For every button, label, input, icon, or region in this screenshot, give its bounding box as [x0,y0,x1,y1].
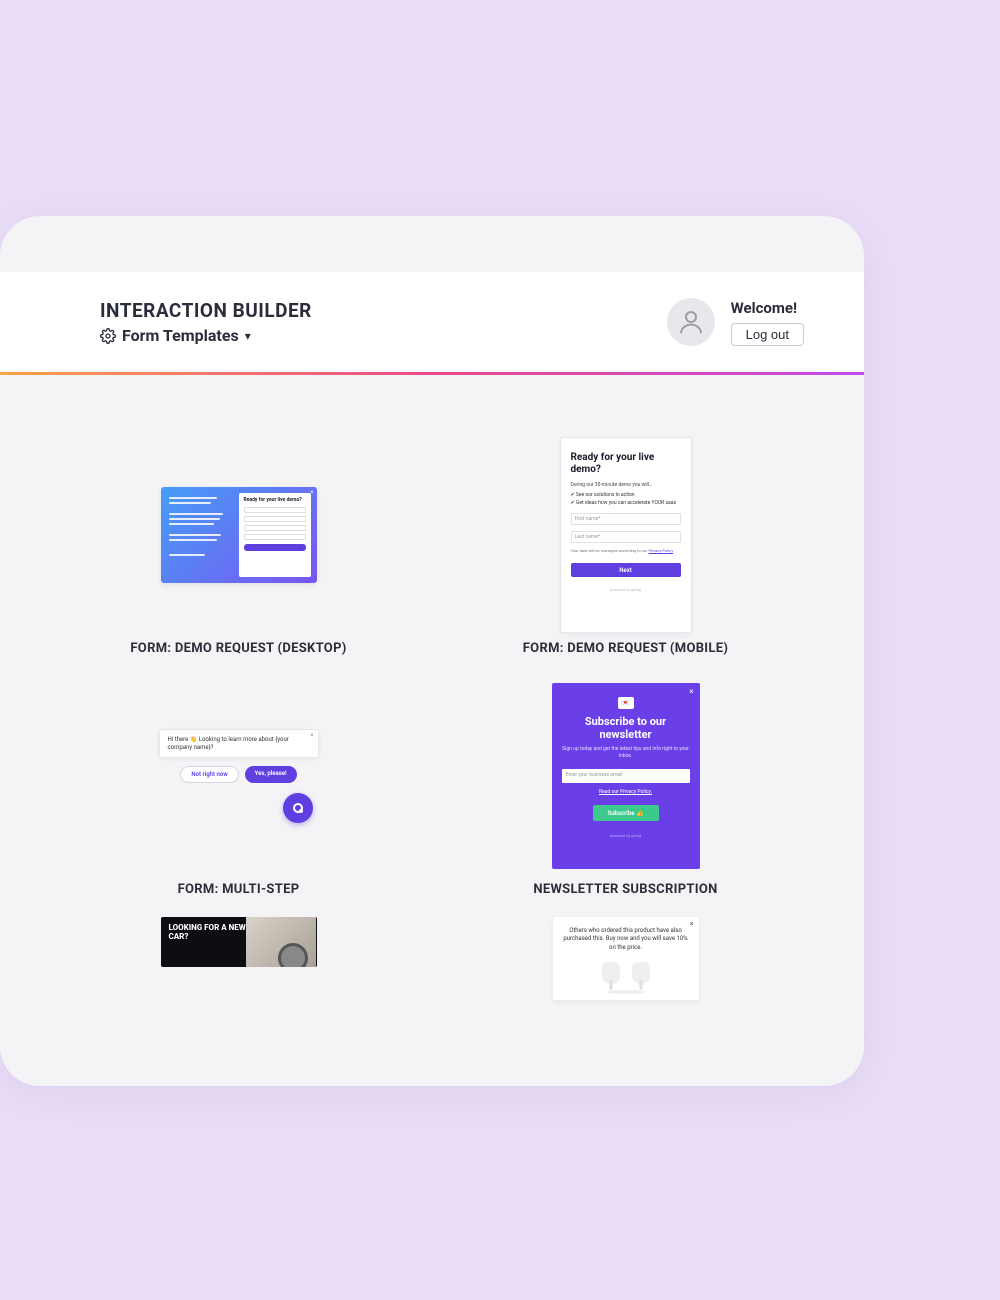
thumb-heading: LOOKING FOR A NEW CAR? [169,924,247,942]
thumb-button-no: Not right now [180,766,238,783]
card-title: FORM: DEMO REQUEST (MOBILE) [523,641,728,656]
welcome-column: Welcome! Log out [731,299,804,346]
thumb-subtext: During our 30-minute demo you will… [571,482,681,488]
template-card-multistep[interactable]: × Hi there 👋 Looking to learn more about… [60,676,417,897]
thumb-bullets: ✔ See our solutions in action ✔ Get idea… [571,492,681,507]
avatar[interactable] [667,298,715,346]
card-title: FORM: DEMO REQUEST (DESKTOP) [130,641,346,656]
thumb-bubble: × Hi there 👋 Looking to learn more about… [159,729,319,759]
product-image [596,962,656,990]
template-card-car[interactable]: × LOOKING FOR A NEW CAR? [60,917,417,1003]
thumbnail: × Ready for [89,435,389,635]
close-icon: × [310,489,313,496]
thumbnail: Ready for your live demo? During our 30-… [476,435,776,635]
thumbnail: × Others who ordered this product have a… [476,917,776,1003]
template-card-demo-desktop[interactable]: × Ready for [60,435,417,656]
envelope-icon: 💌 [618,697,634,709]
app-title: INTERACTION BUILDER [100,299,312,322]
header-bar: INTERACTION BUILDER Form Templates ▾ Wel… [0,272,864,372]
gear-icon [100,328,116,344]
thumb-input: Enter your business email [562,769,690,783]
card-title: NEWSLETTER SUBSCRIPTION [533,882,717,897]
close-icon: × [310,732,313,740]
chevron-down-icon: ▾ [245,329,251,343]
card-title: FORM: MULTI-STEP [178,882,300,897]
thumb-text: Others who ordered this product have als… [563,927,689,952]
thumb-privacy: Read our Privacy Policy. [562,789,690,795]
template-card-newsletter[interactable]: × 💌 Subscribe to our newsletter Sign up … [447,676,804,897]
thumb-car: × LOOKING FOR A NEW CAR? [161,917,317,967]
thumb-button: Subscribe 👍 [593,805,659,821]
app-panel: INTERACTION BUILDER Form Templates ▾ Wel… [0,216,864,1086]
thumb-privacy: Your data will be managed according to o… [571,548,681,553]
thumb-heading: Ready for your live demo? [571,452,681,476]
thumb-button: Next [571,563,681,577]
thumb-product: × Others who ordered this product have a… [553,917,699,1000]
template-card-demo-mobile[interactable]: Ready for your live demo? During our 30-… [447,435,804,656]
thumb-powered-by: powered by giosg [571,587,681,592]
thumbnail: × 💌 Subscribe to our newsletter Sign up … [476,676,776,876]
subtitle-dropdown[interactable]: Form Templates ▾ [100,326,312,345]
header-left: INTERACTION BUILDER Form Templates ▾ [100,299,312,345]
user-icon [676,307,706,337]
close-icon: × [690,920,694,928]
thumb-input: Last name* [571,531,681,543]
thumb-input: First name* [571,513,681,525]
close-icon: × [689,687,693,696]
thumb-powered-by: powered by giosg [562,833,690,838]
template-card-product[interactable]: × Others who ordered this product have a… [447,917,804,1003]
chat-fab-icon [283,793,313,823]
thumbnail: × LOOKING FOR A NEW CAR? [89,917,389,967]
welcome-text: Welcome! [731,299,797,317]
thumb-demo-mobile: Ready for your live demo? During our 30-… [560,437,692,633]
template-grid: × Ready for [0,375,864,1003]
thumbnail: × Hi there 👋 Looking to learn more about… [89,676,389,876]
logout-button[interactable]: Log out [731,323,804,346]
thumb-image [246,917,316,967]
header-right: Welcome! Log out [667,298,804,346]
thumb-heading: Subscribe to our newsletter [562,715,690,741]
thumb-demo-desktop: × Ready for [161,487,317,583]
thumb-button-yes: Yes, please! [245,766,297,783]
subtitle-label: Form Templates [122,326,239,345]
thumb-heading: Ready for your live demo? [244,498,306,504]
thumb-subtext: Sign up today and get the latest tips an… [562,746,690,759]
thumb-multistep: × Hi there 👋 Looking to learn more about… [159,729,319,824]
thumb-newsletter: × 💌 Subscribe to our newsletter Sign up … [552,683,700,869]
